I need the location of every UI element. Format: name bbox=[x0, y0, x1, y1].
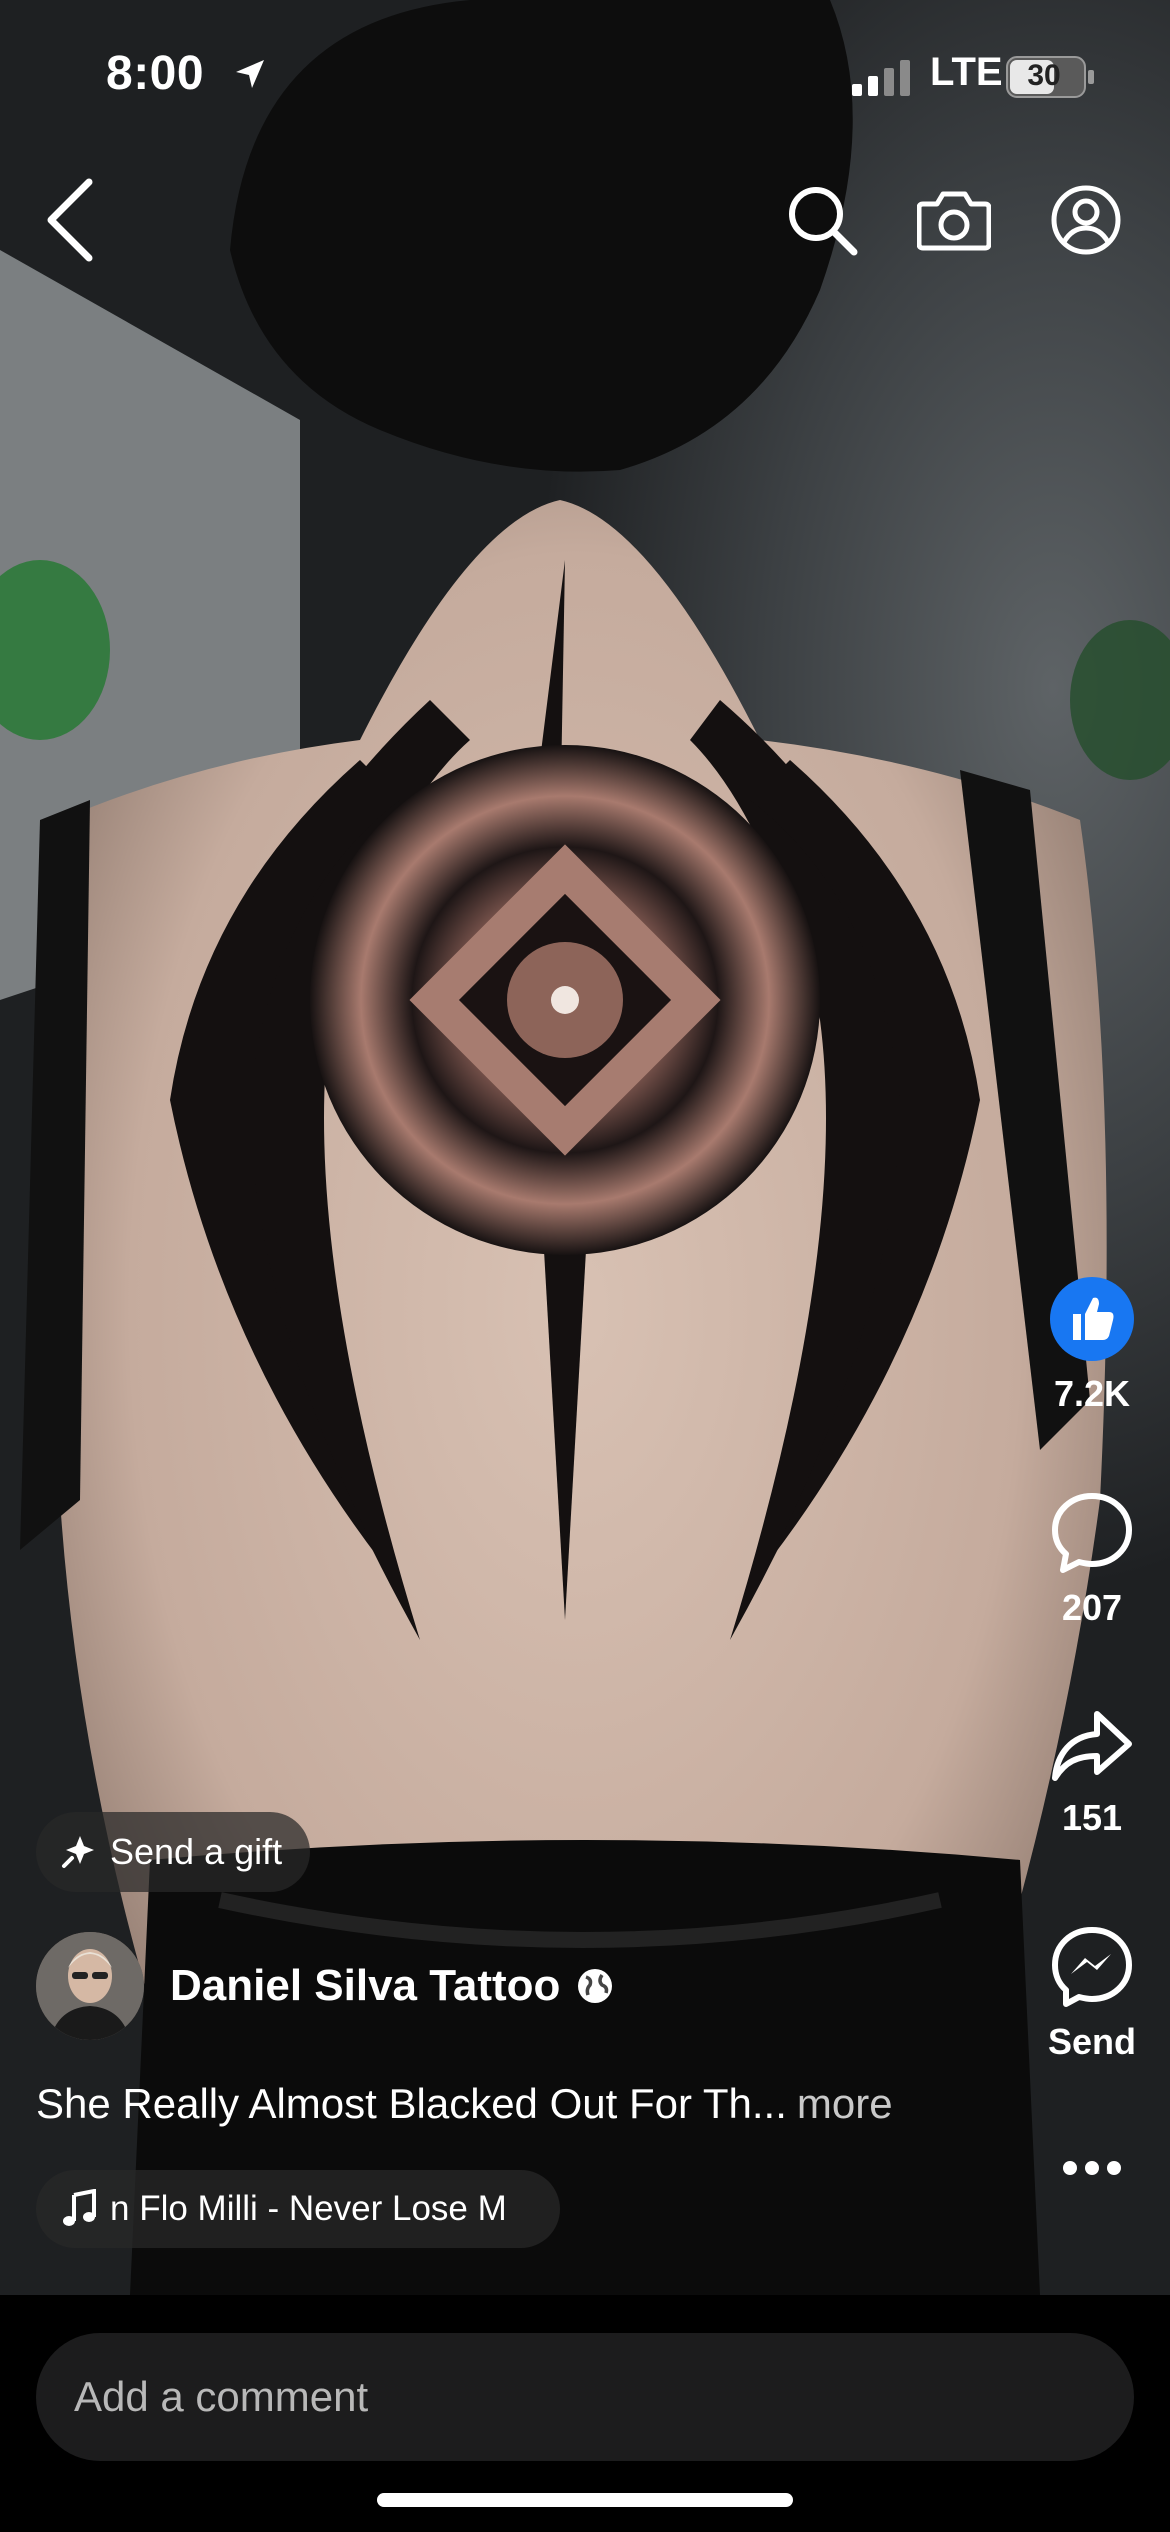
home-indicator[interactable] bbox=[377, 2493, 793, 2507]
avatar-image bbox=[36, 1932, 144, 2040]
comment-bar bbox=[0, 2295, 1170, 2532]
battery-level: 30 bbox=[1027, 59, 1061, 92]
messenger-icon bbox=[1052, 1927, 1132, 2007]
comment-button[interactable]: 207 bbox=[1022, 1490, 1162, 1629]
status-bar: 8:00 LTE 30 bbox=[0, 0, 1170, 150]
search-icon bbox=[789, 187, 858, 256]
gift-sparkle-icon bbox=[62, 1836, 94, 1868]
share-count: 151 bbox=[1061, 1797, 1123, 1838]
clock: 8:00 bbox=[106, 47, 205, 100]
profile-icon bbox=[1051, 185, 1121, 255]
back-button[interactable] bbox=[30, 170, 110, 270]
globe-icon bbox=[578, 1969, 613, 2003]
author-row[interactable]: Daniel Silva Tattoo bbox=[36, 1930, 614, 2042]
like-thumb-icon bbox=[1050, 1277, 1134, 1361]
send-gift-label: Send a gift bbox=[110, 1831, 283, 1872]
music-note-icon bbox=[63, 2189, 96, 2226]
post-caption[interactable]: She Really Almost Blacked Out For Th... m… bbox=[36, 2080, 893, 2128]
send-gift-button[interactable]: Send a gift bbox=[36, 1812, 311, 1892]
send-button[interactable]: Send bbox=[1022, 1924, 1162, 2063]
more-options-button[interactable] bbox=[1022, 2158, 1162, 2183]
caption-more-link[interactable]: more bbox=[797, 2080, 893, 2127]
send-label: Send bbox=[1047, 2021, 1136, 2062]
camera-icon bbox=[917, 191, 991, 251]
profile-button[interactable] bbox=[1044, 178, 1128, 262]
comment-icon bbox=[1052, 1493, 1132, 1573]
avatar[interactable] bbox=[36, 1932, 144, 2040]
search-button[interactable] bbox=[780, 178, 864, 262]
network-type: LTE bbox=[930, 50, 1003, 94]
music-track-pill[interactable]: n Flo Milli - Never Lose M bbox=[36, 2170, 560, 2248]
signal-icon bbox=[852, 60, 910, 96]
chevron-left-icon bbox=[47, 178, 93, 262]
comment-count: 207 bbox=[1061, 1587, 1123, 1628]
like-button[interactable]: 7.2K bbox=[1022, 1276, 1162, 1415]
like-count: 7.2K bbox=[1053, 1373, 1131, 1414]
music-track-name: n Flo Milli - Never Lose M bbox=[110, 2189, 507, 2228]
caption-text: She Really Almost Blacked Out For Th... bbox=[36, 2080, 787, 2127]
author-name[interactable]: Daniel Silva Tattoo bbox=[170, 1961, 560, 2011]
add-comment-input[interactable] bbox=[36, 2333, 1134, 2461]
share-button[interactable]: 151 bbox=[1022, 1706, 1162, 1839]
location-arrow-icon bbox=[236, 60, 264, 88]
more-dots-icon bbox=[1063, 2161, 1121, 2175]
share-arrow-icon bbox=[1052, 1711, 1132, 1781]
camera-button[interactable] bbox=[912, 178, 996, 262]
